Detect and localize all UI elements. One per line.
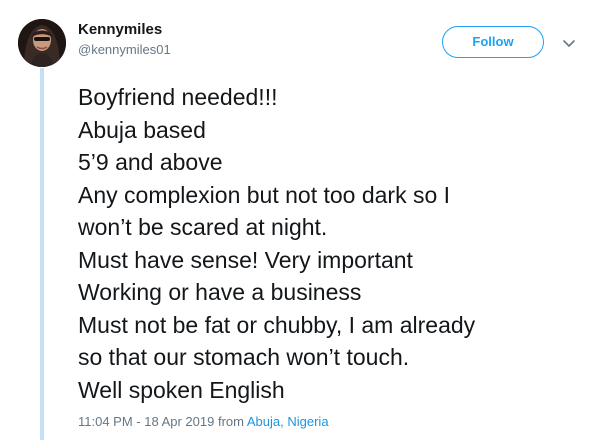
tweet-line: won’t be scared at night.	[78, 214, 328, 240]
tweet-line: 5’9 and above	[78, 149, 223, 175]
location-link[interactable]: Abuja, Nigeria	[247, 414, 329, 429]
tweet-metadata: 11:04 PM - 18 Apr 2019 from Abuja, Niger…	[78, 414, 329, 429]
avatar[interactable]	[18, 19, 66, 67]
tweet-line: Must have sense! Very important	[78, 246, 413, 273]
avatar-image	[18, 19, 66, 67]
tweet-card: Kennymiles @kennymiles01 Follow Boyfrien…	[0, 0, 589, 440]
tweet-text: Boyfriend needed!!! Abuja based 5’9 and …	[78, 81, 578, 406]
thread-line	[40, 68, 44, 440]
tweet-line: Well spoken English	[78, 376, 285, 403]
tweet-line: so that our stomach won’t touch.	[78, 344, 410, 370]
user-handle[interactable]: @kennymiles01	[78, 42, 171, 57]
tweet-line: Boyfriend needed!!!	[78, 84, 278, 110]
display-name[interactable]: Kennymiles	[78, 21, 162, 38]
timestamp[interactable]: 11:04 PM - 18 Apr 2019	[78, 414, 214, 429]
tweet-line: Must not be fat or chubby, I am already	[78, 311, 476, 338]
follow-button[interactable]: Follow	[442, 26, 544, 58]
tweet-line: Any complexion but not too dark so I	[78, 181, 451, 208]
chevron-down-icon[interactable]	[562, 36, 576, 47]
from-label: from	[217, 414, 244, 429]
tweet-line: Abuja based	[78, 116, 206, 143]
tweet-line: Working or have a business	[78, 279, 362, 305]
